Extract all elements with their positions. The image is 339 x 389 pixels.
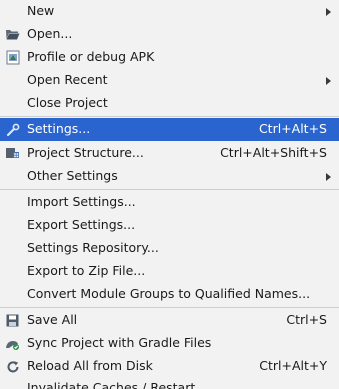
menu-item-settings-shortcut: Ctrl+Alt+S [258, 121, 327, 136]
menu-item-open-recent[interactable]: Open Recent [0, 69, 339, 92]
menu-item-settings-repository-label: Settings Repository... [27, 240, 159, 255]
menu-item-save-all-shortcut: Ctrl+S [286, 312, 327, 327]
menu-item-other-settings[interactable]: Other Settings [0, 165, 339, 188]
save-icon [5, 313, 20, 328]
menu-item-open-recent-label: Open Recent [27, 72, 108, 87]
reload-icon [5, 359, 20, 374]
submenu-arrow-icon [326, 8, 331, 16]
menu-item-save-all-label: Save All [27, 312, 78, 327]
gradle-sync-icon [5, 336, 20, 351]
menu-item-project-structure-label: Project Structure... [27, 145, 144, 160]
menu-item-profile-apk[interactable]: Profile or debug APK [0, 46, 339, 69]
menu-item-import-settings-label: Import Settings... [27, 194, 136, 209]
menu-separator [0, 116, 339, 117]
menu-item-reload-disk-shortcut: Ctrl+Alt+Y [259, 358, 327, 373]
menu-item-sync-gradle-label: Sync Project with Gradle Files [27, 335, 212, 350]
menu-item-close-project[interactable]: Close Project [0, 92, 339, 115]
menu-item-save-all[interactable]: Save All Ctrl+S [0, 309, 339, 332]
menu-item-new-label: New [27, 3, 55, 18]
file-menu-dropdown: New Open... Profile or debug APK Open Re… [0, 0, 339, 389]
wrench-icon [5, 122, 20, 137]
menu-item-settings-label: Settings... [27, 121, 91, 136]
menu-item-open[interactable]: Open... [0, 23, 339, 46]
apk-icon [5, 50, 20, 65]
menu-item-new[interactable]: New [0, 0, 339, 23]
menu-item-other-settings-label: Other Settings [27, 168, 118, 183]
menu-item-reload-disk[interactable]: Reload All from Disk Ctrl+Alt+Y [0, 355, 339, 378]
project-structure-icon [5, 146, 20, 161]
menu-item-import-settings[interactable]: Import Settings... [0, 191, 339, 214]
menu-item-invalidate-caches[interactable]: Invalidate Caches / Restart... [0, 377, 339, 389]
folder-open-icon [5, 27, 20, 42]
menu-item-invalidate-caches-label: Invalidate Caches / Restart... [27, 380, 208, 389]
submenu-arrow-icon [326, 77, 331, 85]
menu-item-reload-disk-label: Reload All from Disk [27, 358, 153, 373]
submenu-arrow-icon [326, 173, 331, 181]
menu-item-close-project-label: Close Project [27, 95, 108, 110]
menu-item-settings[interactable]: Settings... Ctrl+Alt+S [0, 118, 339, 141]
menu-separator [0, 307, 339, 308]
menu-item-convert-module-groups[interactable]: Convert Module Groups to Qualified Names… [0, 283, 339, 306]
menu-item-open-label: Open... [27, 26, 73, 41]
menu-item-settings-repository[interactable]: Settings Repository... [0, 237, 339, 260]
menu-item-profile-apk-label: Profile or debug APK [27, 49, 155, 64]
menu-separator [0, 189, 339, 190]
menu-item-export-zip[interactable]: Export to Zip File... [0, 260, 339, 283]
menu-item-project-structure[interactable]: Project Structure... Ctrl+Alt+Shift+S [0, 142, 339, 165]
menu-item-sync-gradle[interactable]: Sync Project with Gradle Files [0, 332, 339, 355]
menu-item-project-structure-shortcut: Ctrl+Alt+Shift+S [220, 145, 327, 160]
menu-item-convert-module-groups-label: Convert Module Groups to Qualified Names… [27, 286, 311, 301]
menu-item-export-zip-label: Export to Zip File... [27, 263, 146, 278]
menu-item-export-settings-label: Export Settings... [27, 217, 136, 232]
menu-item-export-settings[interactable]: Export Settings... [0, 214, 339, 237]
